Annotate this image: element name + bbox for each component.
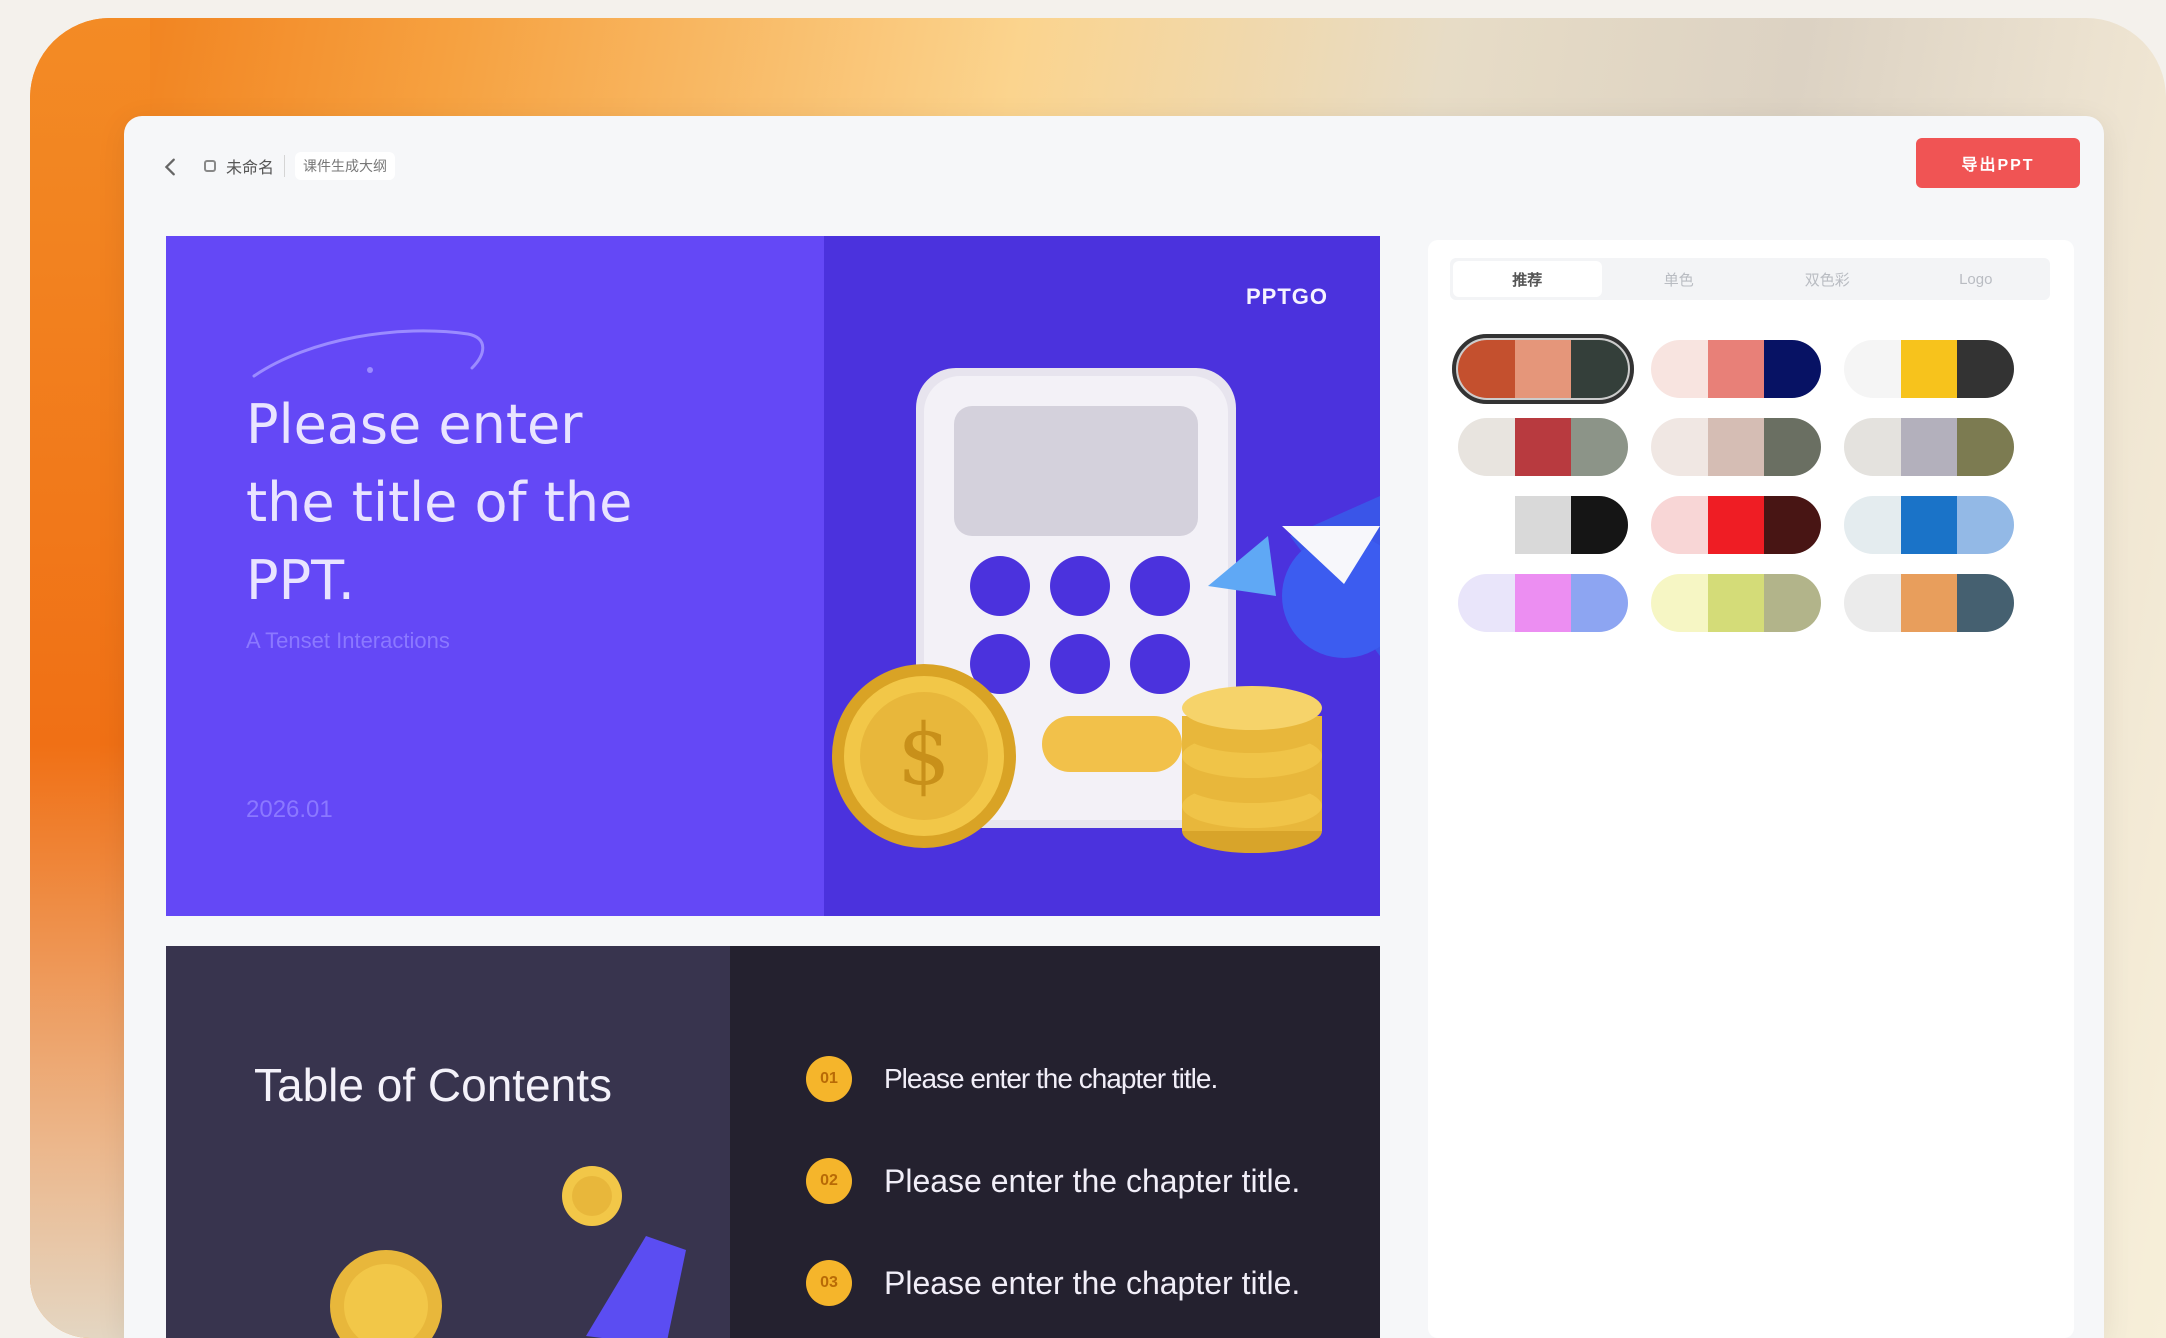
chapter-title[interactable]: Please enter the chapter title.: [884, 1063, 1218, 1095]
app-window: 未命名 课件生成大纲 导出PPT Please enter the title …: [124, 116, 2104, 1338]
tab-mono[interactable]: 单色: [1605, 258, 1754, 300]
palette-color: [1844, 340, 1901, 398]
chapter-number: 03: [806, 1260, 852, 1306]
tab-dual[interactable]: 双色彩: [1753, 258, 1902, 300]
export-button[interactable]: 导出PPT: [1916, 138, 2080, 188]
coins-illustration: [330, 1166, 686, 1338]
palette-color: [1651, 418, 1708, 476]
palette-color: [1707, 418, 1765, 476]
document-tab[interactable]: 未命名 课件生成大纲: [204, 148, 396, 184]
palette-color: [1514, 418, 1572, 476]
chapter-item[interactable]: 01 Please enter the chapter title.: [806, 1056, 1218, 1102]
palette-color: [1514, 496, 1572, 554]
palette-color: [1571, 340, 1628, 398]
calculator-illustration: $: [832, 368, 1380, 853]
color-palette-swatch[interactable]: [1844, 574, 2014, 632]
chapter-item[interactable]: 03 Please enter the chapter title.: [806, 1260, 1300, 1306]
palette-color: [1514, 574, 1572, 632]
document-icon: [204, 160, 216, 172]
palette-color: [1458, 496, 1515, 554]
palette-color: [1707, 496, 1765, 554]
palette-color: [1764, 340, 1821, 398]
svg-text:$: $: [897, 706, 950, 804]
palette-color: [1900, 574, 1958, 632]
color-palette-swatch[interactable]: [1651, 574, 1821, 632]
color-palette-swatch[interactable]: [1651, 418, 1821, 476]
palette-color: [1764, 418, 1821, 476]
palette-color: [1571, 574, 1628, 632]
coin-stack: [1182, 686, 1322, 853]
tab-logo[interactable]: Logo: [1902, 258, 2051, 300]
color-palette-swatch[interactable]: [1452, 334, 1634, 404]
color-palette-swatch[interactable]: [1458, 418, 1628, 476]
palette-color: [1458, 418, 1515, 476]
palette-color: [1844, 574, 1901, 632]
palette-color: [1458, 574, 1515, 632]
color-palette-swatch[interactable]: [1651, 340, 1821, 398]
palette-color: [1764, 574, 1821, 632]
palette-color: [1900, 496, 1958, 554]
document-name: 未命名: [226, 160, 275, 177]
palette-color: [1707, 574, 1765, 632]
color-palette-swatch[interactable]: [1844, 496, 2014, 554]
color-palette-swatch[interactable]: [1651, 496, 1821, 554]
slide-table-of-contents[interactable]: Table of Contents 01 Please enter the ch…: [166, 946, 1380, 1338]
color-palette-swatch[interactable]: [1844, 340, 2014, 398]
palette-color: [1900, 418, 1958, 476]
palette-color: [1957, 418, 2014, 476]
palette-color: [1651, 574, 1708, 632]
toc-title[interactable]: Table of Contents: [254, 1058, 612, 1112]
chapter-item[interactable]: 02 Please enter the chapter title.: [806, 1158, 1300, 1204]
decorative-swoosh: [252, 329, 485, 378]
palette-color: [1707, 340, 1765, 398]
palette-color: [1458, 340, 1515, 398]
outline-tag[interactable]: 课件生成大纲: [295, 152, 396, 180]
color-palette-swatch[interactable]: [1458, 574, 1628, 632]
palette-color: [1957, 496, 2014, 554]
divider: [284, 155, 286, 177]
tab-recommended[interactable]: 推荐: [1453, 261, 1602, 297]
chapter-number: 02: [806, 1158, 852, 1204]
color-palette-swatch[interactable]: [1458, 496, 1628, 554]
palette-color: [1844, 496, 1901, 554]
slide-title[interactable]: Please enter the title of the PPT. A Ten…: [166, 236, 1380, 916]
theme-tabs: 推荐 单色 双色彩 Logo: [1450, 258, 2050, 300]
dollar-coin: $: [832, 664, 1016, 848]
palette-color: [1571, 496, 1628, 554]
chapter-title[interactable]: Please enter the chapter title.: [884, 1163, 1300, 1200]
slide-subtitle[interactable]: A Tenset Interactions: [246, 628, 450, 654]
chapter-title[interactable]: Please enter the chapter title.: [884, 1265, 1300, 1302]
back-arrow-icon[interactable]: [160, 156, 182, 178]
palette-color: [1651, 496, 1708, 554]
palette-color: [1571, 418, 1628, 476]
slide-date[interactable]: 2026.01: [246, 796, 333, 824]
theme-panel: 推荐 单色 双色彩 Logo: [1428, 240, 2074, 1338]
slide-main-title[interactable]: Please enter the title of the PPT.: [246, 386, 686, 620]
palette-color: [1651, 340, 1708, 398]
palette-color: [1957, 574, 2014, 632]
color-palette-swatch[interactable]: [1844, 418, 2014, 476]
palette-color: [1764, 496, 1821, 554]
palette-color: [1957, 340, 2014, 398]
palette-color: [1514, 340, 1572, 398]
palette-grid: [1452, 334, 2058, 632]
palette-color: [1844, 418, 1901, 476]
top-bar: 未命名 课件生成大纲 导出PPT: [124, 116, 2104, 216]
palette-color: [1900, 340, 1958, 398]
chapter-number: 01: [806, 1056, 852, 1102]
